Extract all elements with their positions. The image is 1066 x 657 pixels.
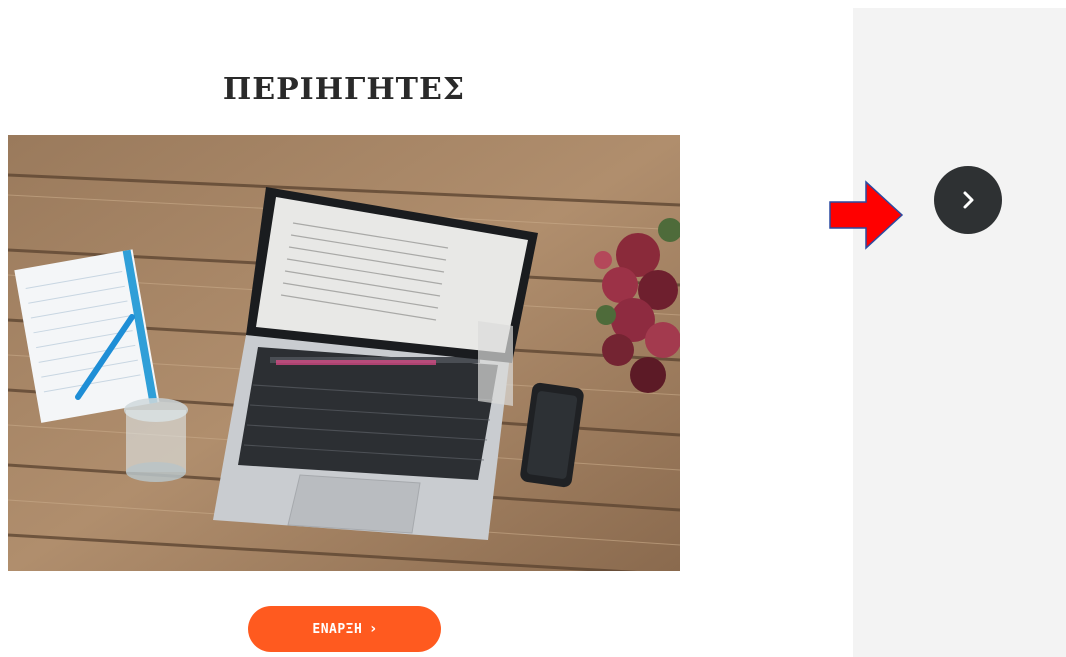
side-panel	[853, 8, 1066, 657]
red-arrow-icon	[829, 180, 904, 250]
hero-image	[8, 135, 680, 571]
start-button-label: ΕΝΑΡΞΗ	[312, 621, 363, 637]
chevron-right-icon	[963, 191, 974, 209]
next-slide-button[interactable]	[934, 166, 1002, 234]
chevron-right-icon: ›	[370, 621, 377, 637]
page-title: ΠΕΡΙΗΓΗΤΕΣ	[222, 72, 466, 107]
page: ΠΕΡΙΗΓΗΤΕΣ ΕΝΑΡΞΗ ›	[0, 0, 1066, 657]
start-button[interactable]: ΕΝΑΡΞΗ ›	[248, 606, 441, 652]
